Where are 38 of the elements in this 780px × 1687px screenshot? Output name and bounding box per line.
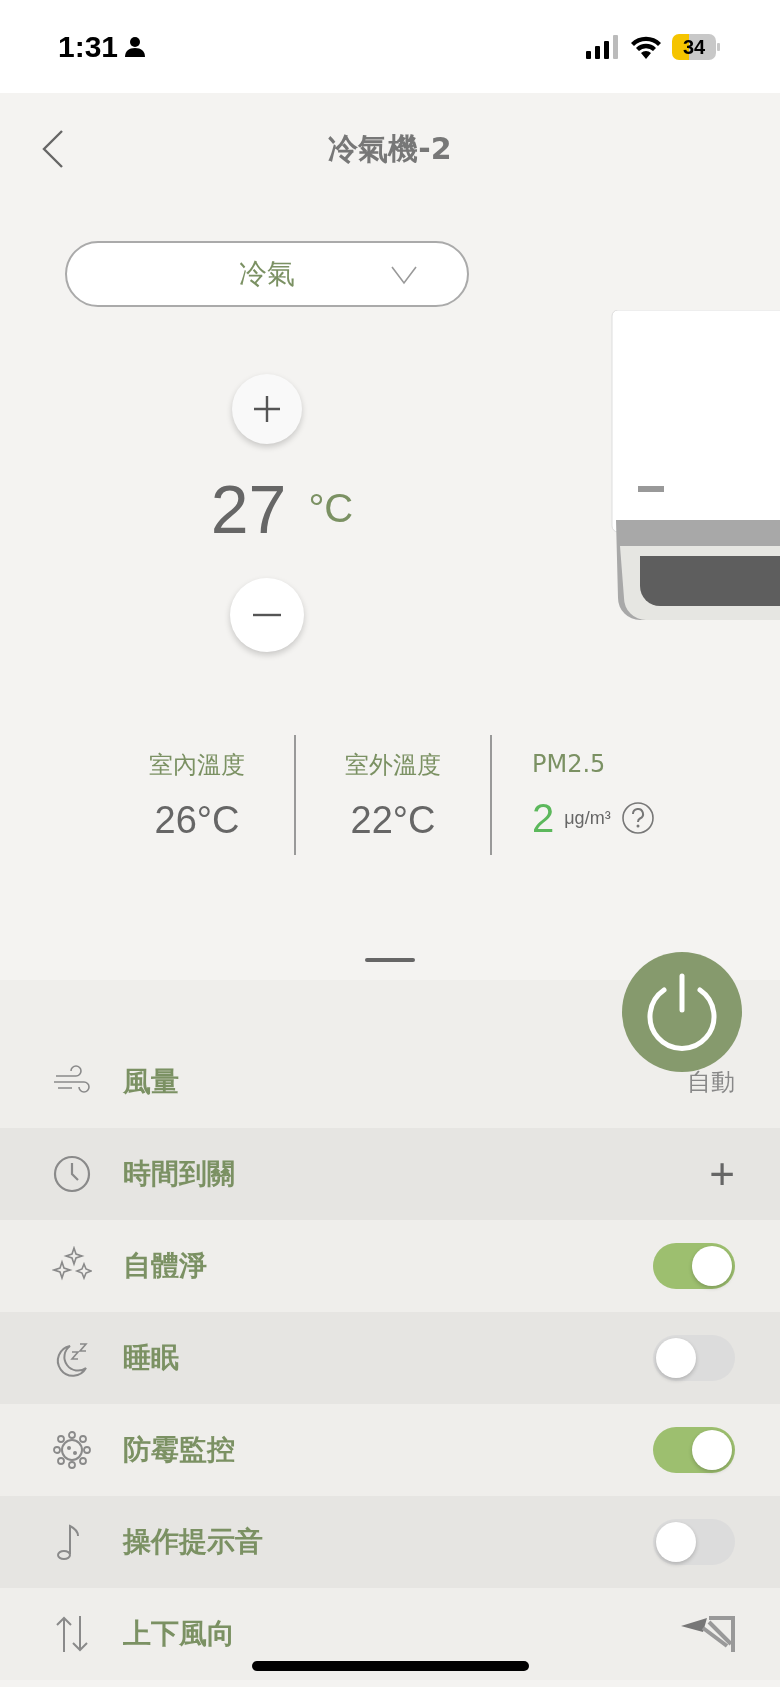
setting-label: 時間到關 [123, 1156, 235, 1192]
help-icon[interactable] [620, 801, 655, 835]
target-temperature: 27 [210, 470, 287, 549]
setting-label: 防霉監控 [123, 1432, 235, 1468]
setting-label: 操作提示音 [123, 1524, 263, 1560]
power-icon [644, 972, 720, 1052]
stat-label: 室外溫度 [345, 749, 441, 781]
increase-temperature-button[interactable] [232, 374, 302, 444]
toggle-switch[interactable] [653, 1243, 735, 1289]
drag-handle[interactable] [365, 958, 415, 962]
minus-icon [253, 613, 281, 617]
stat-label: PM2.5 [532, 749, 606, 778]
mode-dropdown[interactable]: 冷氣 [65, 241, 469, 307]
person-icon [124, 35, 147, 58]
device-title: 冷氣機-2 [328, 129, 452, 168]
setting-label: 睡眠 [123, 1340, 179, 1376]
mold-icon [52, 1430, 92, 1470]
stat-label: 室內溫度 [149, 749, 245, 781]
setting-value: 自動 [687, 1067, 735, 1098]
add-button[interactable]: + [709, 1152, 735, 1196]
stat-unit: μg/m³ [564, 807, 611, 829]
toggle-switch[interactable] [653, 1427, 735, 1473]
plus-icon [252, 394, 282, 424]
toggle-switch[interactable] [653, 1519, 735, 1565]
caret-icon [391, 265, 417, 285]
stat-value: 22°C [350, 798, 436, 842]
wifi-icon [630, 34, 662, 59]
setting-label: 風量 [123, 1064, 179, 1100]
stat-value: 2 [532, 795, 555, 841]
clock-icon [52, 1154, 92, 1194]
stat-value: 26°C [154, 798, 240, 842]
status-time: 1:31 [58, 29, 119, 64]
setting-label: 自體淨 [123, 1248, 207, 1284]
temperature-unit: °C [308, 486, 354, 531]
decrease-temperature-button[interactable] [230, 578, 304, 652]
toggle-switch[interactable] [653, 1335, 735, 1381]
setting-label: 上下風向 [123, 1616, 235, 1652]
signal-icon [586, 34, 620, 59]
